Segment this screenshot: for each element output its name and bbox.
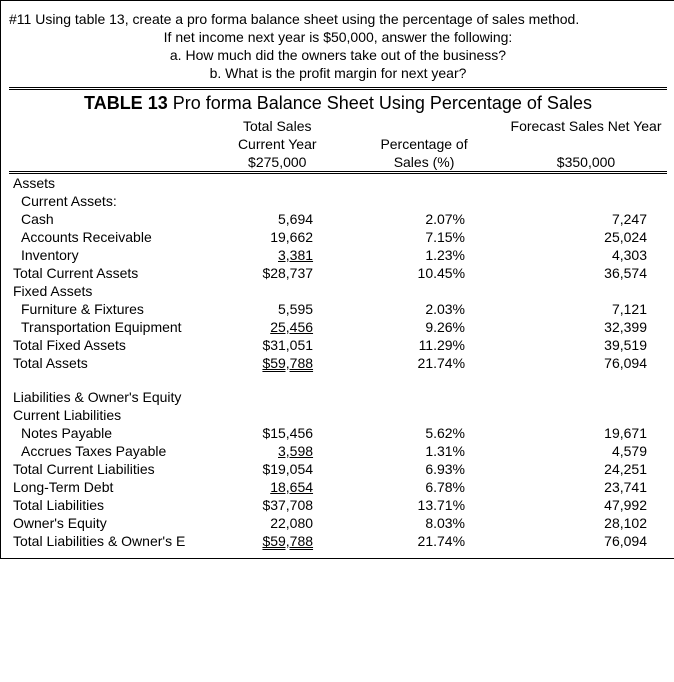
row-tl: Total Liabilities $37,708 13.71% 47,992 [9, 496, 667, 514]
question-b: b. What is the profit margin for next ye… [9, 65, 667, 81]
table-title-bold: TABLE 13 [84, 93, 168, 113]
row-ff: Furniture & Fixtures 5,595 2.03% 7,121 [9, 300, 667, 318]
row-ar: Accounts Receivable 19,662 7.15% 25,024 [9, 228, 667, 246]
header-fc-value: $350,000 [505, 153, 667, 173]
section-liab-eq: Liabilities & Owner's Equity [9, 388, 211, 406]
row-cash: Cash 5,694 2.07% 7,247 [9, 210, 667, 228]
header-pct-l2: Sales (%) [343, 153, 505, 173]
label-cash: Cash [9, 210, 211, 228]
section-assets: Assets [9, 173, 211, 193]
balance-sheet-table: Total Sales Forecast Sales Net Year Curr… [9, 117, 667, 550]
header-cy-value: $275,000 [211, 153, 343, 173]
row-te: Transportation Equipment 25,456 9.26% 32… [9, 318, 667, 336]
header-forecast: Forecast Sales Net Year [505, 117, 667, 135]
section-fixed-assets: Fixed Assets [9, 282, 211, 300]
section-cur-liab: Current Liabilities [9, 406, 211, 424]
row-ta: Total Assets $59,788 21.74% 76,094 [9, 354, 667, 372]
row-tfa: Total Fixed Assets $31,051 11.29% 39,519 [9, 336, 667, 354]
row-tca: Total Current Assets $28,737 10.45% 36,5… [9, 264, 667, 282]
row-tloe: Total Liabilities & Owner's E $59,788 21… [9, 532, 667, 550]
header-current-year: Current Year [211, 135, 343, 153]
row-atp: Accrues Taxes Payable 3,598 1.31% 4,579 [9, 442, 667, 460]
header-total-sales: Total Sales [211, 117, 343, 135]
header-pct-l1: Percentage of [343, 135, 505, 153]
row-tcl: Total Current Liabilities $19,054 6.93% … [9, 460, 667, 478]
question-block: #11 Using table 13, create a pro forma b… [9, 11, 667, 81]
question-a: a. How much did the owners take out of t… [9, 47, 667, 63]
table-title-rest: Pro forma Balance Sheet Using Percentage… [168, 93, 592, 113]
question-intro: #11 Using table 13, create a pro forma b… [9, 11, 667, 27]
row-inventory: Inventory 3,381 1.23% 4,303 [9, 246, 667, 264]
table-title: TABLE 13 Pro forma Balance Sheet Using P… [9, 87, 667, 117]
question-condition: If net income next year is $50,000, answ… [9, 29, 667, 45]
row-ltd: Long-Term Debt 18,654 6.78% 23,741 [9, 478, 667, 496]
row-oe: Owner's Equity 22,080 8.03% 28,102 [9, 514, 667, 532]
section-current-assets: Current Assets: [9, 192, 211, 210]
row-np: Notes Payable $15,456 5.62% 19,671 [9, 424, 667, 442]
